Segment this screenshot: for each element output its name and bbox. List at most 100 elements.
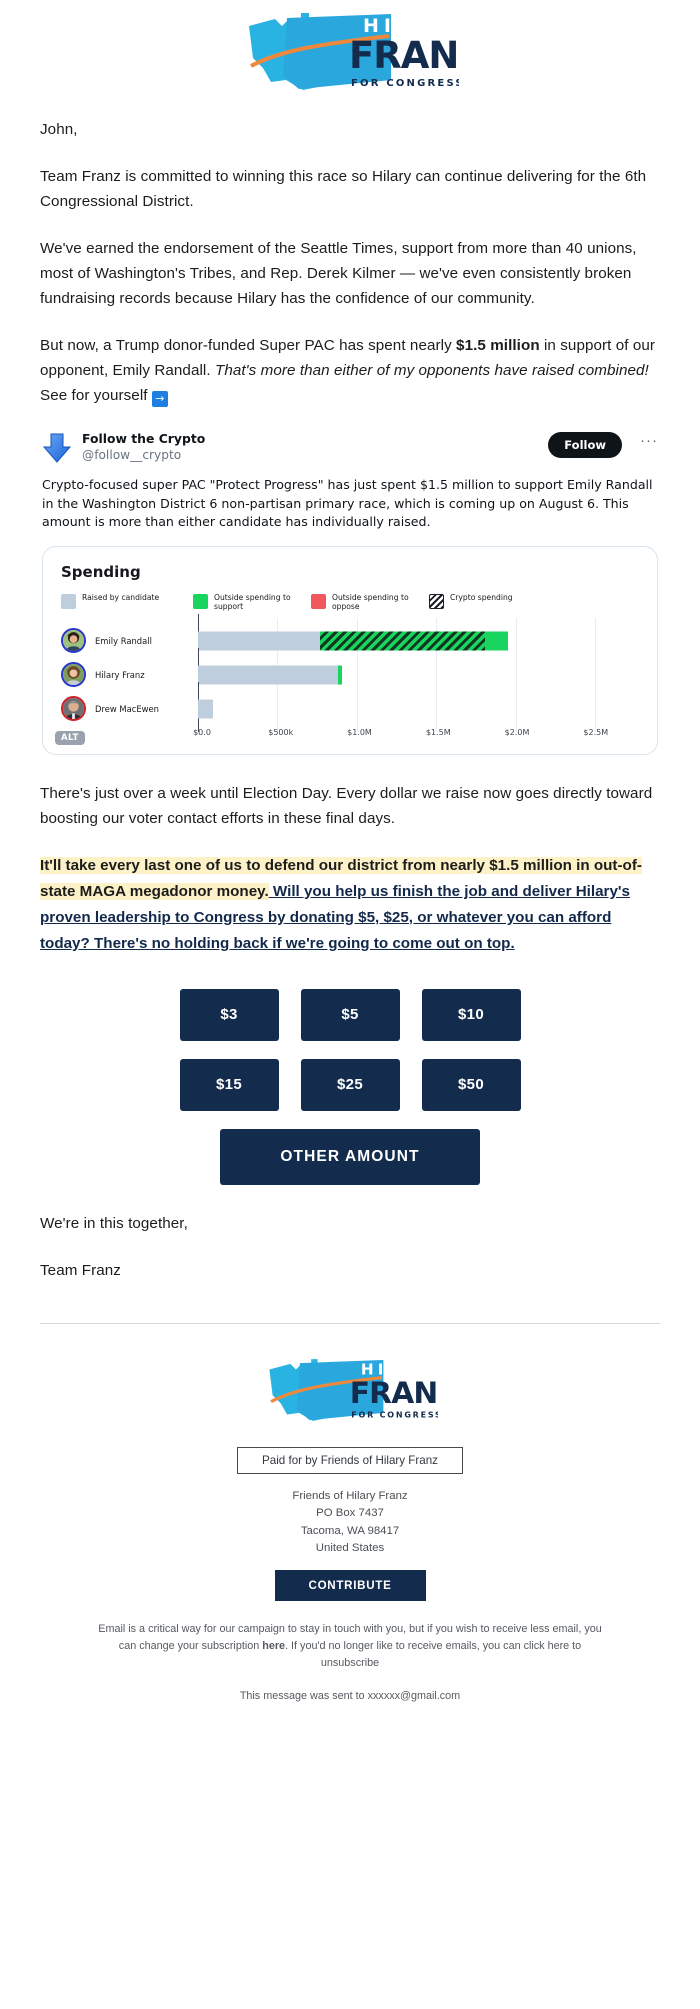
email-content-column-2: There's just over a week until Election …: [0, 781, 700, 1283]
bars-emily-randall: [198, 631, 508, 651]
x-tick-label: $2.0M: [504, 727, 530, 737]
chart-x-axis: $0.0 $500k $1.0M $1.5M $2.0M $2.5M: [193, 726, 643, 744]
paragraph-ask: It'll take every last one of us to defen…: [40, 853, 660, 957]
donate-15-button[interactable]: $15: [179, 1058, 279, 1111]
legend-swatch-crypto: [429, 593, 444, 609]
bar-track: [198, 681, 643, 732]
contribute-button[interactable]: CONTRIBUTE: [274, 1569, 426, 1601]
donation-amounts: $3 $5 $10 $15 $25 $50 OTHER AMOUNT: [40, 981, 660, 1185]
more-options-icon[interactable]: ···: [632, 430, 658, 449]
legal-text-b: . If you'd no longer like to receive ema…: [285, 1639, 582, 1669]
tweet-header: Follow the Crypto @follow__crypto Follow…: [42, 430, 658, 464]
signoff-line-1: We're in this together,: [40, 1214, 188, 1232]
tweet-display-name: Follow the Crypto: [82, 431, 206, 446]
svg-text:FOR CONGRESS (D): FOR CONGRESS (D): [351, 1410, 438, 1419]
legend-label-raised: Raised by candidate: [82, 592, 160, 602]
legend-label-support: Outside spending to support: [214, 592, 291, 612]
legend-swatch-oppose: [311, 593, 326, 609]
donate-10-button[interactable]: $10: [421, 988, 521, 1041]
candidate-name: Drew MacEwen: [95, 703, 159, 714]
candidate-hilary-franz: Hilary Franz: [61, 662, 198, 688]
bar-track: [198, 647, 643, 698]
superpac-amount: $1.5 million: [456, 337, 540, 354]
donate-50-button[interactable]: $50: [421, 1058, 521, 1111]
avatar-emily-randall: [61, 628, 86, 654]
email-content-column: John, Team Franz is committed to winning…: [0, 117, 700, 408]
x-tick-label: $1.0M: [347, 727, 372, 737]
paid-for-disclaimer: Paid for by Friends of Hilary Franz: [237, 1446, 463, 1474]
x-tick-label: $1.5M: [425, 727, 451, 737]
footer-sent-to: This message was sent to xxxxxx@gmail.co…: [239, 1689, 461, 1702]
paragraph-endorsements: We've earned the endorsement of the Seat…: [40, 240, 637, 307]
footer-logo-container: HILARY FRANZ FOR CONGRESS (D): [0, 1346, 700, 1447]
bar-seg-crypto: [320, 631, 485, 651]
chart-legend: Raised by candidate Outside spending to …: [61, 593, 643, 612]
follow-button[interactable]: Follow: [548, 432, 622, 458]
chart-row-drew-macewen: Drew MacEwen: [61, 681, 643, 732]
paragraph-election-day: There's just over a week until Election …: [40, 784, 653, 827]
bar-seg-raised: [198, 665, 338, 685]
campaign-logo[interactable]: HILARY FRANZ FOR CONGRESS (D): [241, 10, 459, 98]
x-tick-label: $500k: [268, 727, 294, 737]
bars-hilary-franz: [198, 665, 342, 685]
candidate-name: Emily Randall: [95, 635, 152, 646]
down-arrow-emoji-icon: [42, 432, 72, 464]
tweet-card[interactable]: Follow the Crypto @follow__crypto Follow…: [42, 430, 658, 755]
donate-25-button[interactable]: $25: [300, 1058, 400, 1111]
svg-text:FRANZ: FRANZ: [349, 1376, 437, 1411]
email-body: HILARY FRANZ FOR CONGRESS (D) John, Team…: [0, 0, 700, 1731]
legend-label-oppose: Outside spending to oppose: [332, 592, 409, 612]
footer-org: Friends of Hilary Franz: [292, 1489, 408, 1502]
superpac-text-a: But now, a Trump donor-funded Super PAC …: [40, 337, 457, 354]
right-arrow-icon: →: [151, 391, 168, 407]
subscription-here-link[interactable]: here: [262, 1640, 285, 1652]
donation-row-2: $15 $25 $50: [40, 1058, 660, 1111]
tweet-text: Crypto-focused super PAC "Protect Progre…: [42, 477, 653, 529]
legend-label-crypto: Crypto spending: [450, 592, 513, 602]
paragraph-commitment: Team Franz is committed to winning this …: [40, 168, 647, 210]
campaign-logo-footer[interactable]: HILARY FRANZ FOR CONGRESS (D): [263, 1356, 438, 1428]
alt-text-badge[interactable]: ALT: [55, 730, 85, 745]
bars-drew-macewen: [198, 699, 213, 719]
email-footer: HILARY FRANZ FOR CONGRESS (D) Paid for b…: [0, 1324, 700, 1702]
footer-address: Friends of Hilary Franz PO Box 7437 Taco…: [0, 1488, 700, 1558]
bar-seg-support: [338, 665, 342, 685]
footer-po-box: PO Box 7437: [316, 1507, 384, 1520]
header-logo-container: HILARY FRANZ FOR CONGRESS (D): [0, 0, 700, 117]
superpac-text-c: See for yourself: [40, 387, 152, 404]
paragraph-superpac: But now, a Trump donor-funded Super PAC …: [40, 333, 660, 408]
candidate-name: Hilary Franz: [95, 669, 145, 680]
bar-seg-raised: [198, 631, 320, 651]
tweet-author: Follow the Crypto @follow__crypto: [82, 430, 538, 464]
donate-link-tail[interactable]: There's no holding back if we're going t…: [90, 935, 515, 952]
ask-highlight-a: It'll take every last one of us to defen…: [40, 856, 490, 874]
bar-seg-raised: [198, 699, 213, 719]
signoff: We're in this together, Team Franz: [40, 1185, 660, 1283]
footer-city: Tacoma, WA 98417: [300, 1524, 400, 1537]
candidate-emily-randall: Emily Randall: [61, 628, 198, 654]
chart-plot-area: Emily Randall Hilary Franz Drew MacEwen …: [61, 613, 643, 744]
superpac-italic: That's more than either of my opponents …: [214, 362, 649, 379]
gridlines: [198, 681, 643, 732]
chart-row-hilary-franz: Hilary Franz: [61, 647, 643, 698]
legend-item-crypto: Crypto spending: [429, 593, 513, 609]
chart-rows: Emily Randall Hilary Franz Drew MacEwen: [61, 613, 643, 732]
other-amount-button[interactable]: OTHER AMOUNT: [220, 1128, 480, 1185]
legend-swatch-raised: [61, 593, 76, 609]
tweet-handle: @follow__crypto: [82, 448, 182, 462]
chart-title: Spending: [61, 562, 141, 581]
footer-country: United States: [315, 1542, 385, 1555]
donate-5-button[interactable]: $5: [300, 988, 400, 1041]
legend-swatch-support: [193, 593, 208, 609]
avatar-drew-macewen: [61, 696, 86, 722]
x-tick-label: $0.0: [193, 727, 211, 737]
donation-row-1: $3 $5 $10: [40, 988, 660, 1041]
bar-seg-support: [485, 631, 508, 651]
svg-text:FRANZ: FRANZ: [349, 34, 459, 77]
footer-legal-text: Email is a critical way for our campaign…: [90, 1621, 610, 1672]
greeting: John,: [40, 121, 78, 138]
avatar-hilary-franz: [61, 662, 86, 688]
donate-3-button[interactable]: $3: [179, 988, 279, 1041]
legend-item-oppose: Outside spending to oppose: [311, 593, 429, 612]
spending-chart-card: Spending Raised by candidate Outside spe…: [42, 545, 658, 755]
